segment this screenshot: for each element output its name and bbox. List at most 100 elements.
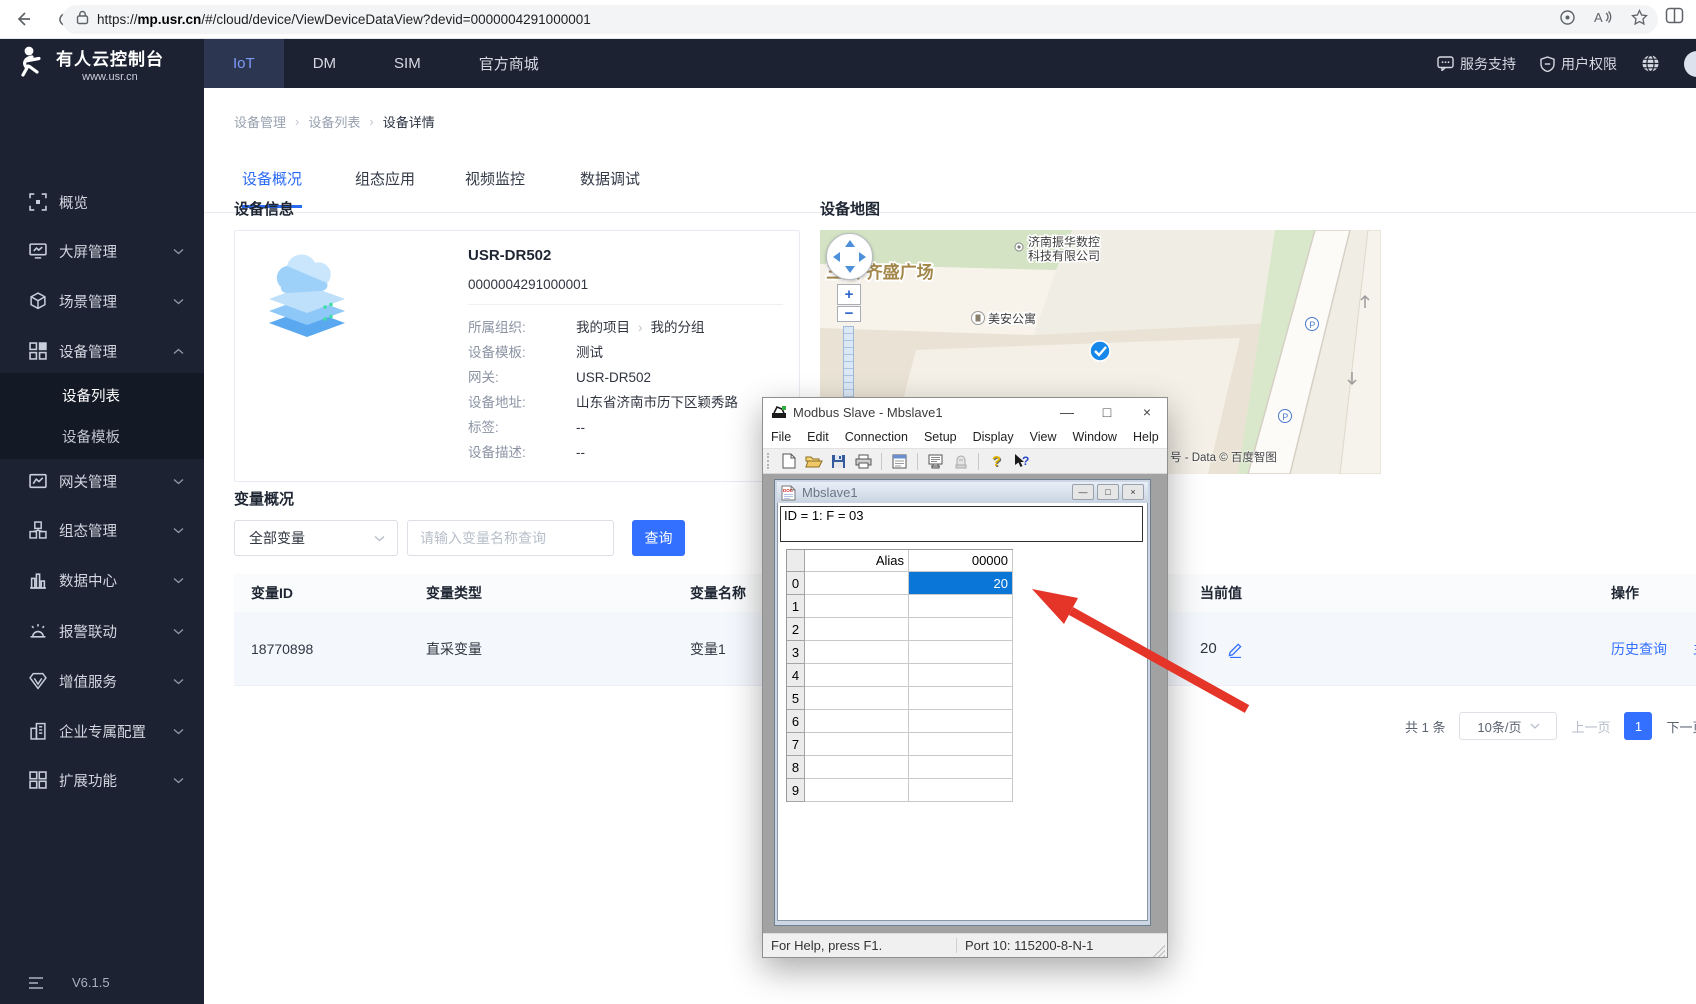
edit-pencil-icon[interactable] — [1227, 640, 1243, 658]
tab-video-monitor[interactable]: 视频监控 — [465, 168, 525, 205]
grid-cell[interactable] — [805, 572, 909, 595]
map-device-marker[interactable] — [1089, 340, 1111, 362]
sidebar-item-scene-mgmt[interactable]: 场景管理 — [0, 281, 204, 321]
current-page-button[interactable]: 1 — [1624, 712, 1653, 740]
communication-icon[interactable] — [951, 452, 970, 471]
service-support[interactable]: 服务支持 — [1437, 54, 1516, 74]
grid-cell[interactable] — [805, 779, 909, 802]
pan-right-icon[interactable] — [859, 252, 866, 262]
sidebar-item-screen-mgmt[interactable]: 大屏管理 — [0, 231, 204, 271]
grid-cell[interactable] — [805, 664, 909, 687]
grid-cell[interactable] — [909, 664, 1013, 687]
pan-left-icon[interactable] — [833, 252, 840, 262]
tab-scada-app[interactable]: 组态应用 — [355, 168, 415, 205]
minimize-button[interactable]: — — [1047, 398, 1087, 426]
grid-cell[interactable] — [805, 618, 909, 641]
menu-window[interactable]: Window — [1065, 430, 1125, 444]
modbus-slave-window[interactable]: Modbus Slave - Mbslave1 — □ × File Edit … — [762, 397, 1168, 958]
map-pan-control[interactable] — [826, 233, 873, 280]
grid-cell[interactable] — [909, 710, 1013, 733]
menu-file[interactable]: File — [763, 430, 799, 444]
tab-data-debug[interactable]: 数据调试 — [580, 168, 640, 205]
grid-cell[interactable] — [805, 733, 909, 756]
menu-edit[interactable]: Edit — [799, 430, 837, 444]
search-button[interactable]: 查询 — [632, 520, 685, 556]
sidebar-item-device-list[interactable]: 设备列表 — [0, 375, 204, 416]
toolbar-grip[interactable] — [767, 453, 771, 469]
help-icon[interactable]: ? — [987, 452, 1006, 471]
sidebar-item-device-template[interactable]: 设备模板 — [0, 416, 204, 457]
map-zoom-in-button[interactable]: + — [837, 284, 861, 305]
child-titlebar[interactable]: DOC Mbslave1 — □ × — [777, 482, 1148, 503]
grid-cell[interactable] — [909, 641, 1013, 664]
nav-mall[interactable]: 官方商城 — [450, 39, 568, 88]
nav-sim[interactable]: SIM — [365, 39, 450, 88]
menu-view[interactable]: View — [1022, 430, 1065, 444]
sidebar-item-alarm-linkage[interactable]: 报警联动 — [0, 611, 204, 651]
favorite-star-icon[interactable] — [1631, 8, 1648, 31]
grid-cell[interactable] — [805, 595, 909, 618]
sidebar-item-enterprise-config[interactable]: 企业专属配置 — [0, 711, 204, 751]
sidebar-item-data-center[interactable]: 数据中心 — [0, 560, 204, 600]
variable-search-input[interactable] — [407, 520, 614, 556]
user-permissions[interactable]: 用户权限 — [1540, 54, 1617, 74]
context-help-icon[interactable]: ? — [1012, 452, 1031, 471]
nav-dm[interactable]: DM — [284, 39, 365, 88]
browser-back-icon[interactable] — [10, 6, 36, 32]
print-icon[interactable] — [854, 452, 873, 471]
menu-connection[interactable]: Connection — [837, 430, 916, 444]
sidebar-item-gateway-mgmt[interactable]: 网关管理 — [0, 461, 204, 501]
variable-filter-select[interactable]: 全部变量 — [234, 520, 398, 556]
map-zoom-out-button[interactable]: − — [837, 306, 861, 322]
open-file-icon[interactable] — [804, 452, 823, 471]
breadcrumb-device-list[interactable]: 设备列表 — [308, 112, 360, 131]
grid-cell[interactable] — [909, 618, 1013, 641]
modbus-titlebar[interactable]: Modbus Slave - Mbslave1 — □ × — [763, 398, 1167, 426]
brand-logo[interactable]: 有人云控制台 www.usr.cn — [0, 39, 204, 88]
grid-cell[interactable] — [909, 756, 1013, 779]
geolocation-icon[interactable] — [1559, 9, 1576, 31]
prev-page-button[interactable]: 上一页 — [1571, 717, 1610, 736]
child-minimize-button[interactable]: — — [1072, 484, 1094, 500]
pan-up-icon[interactable] — [845, 240, 855, 247]
maximize-button[interactable]: □ — [1087, 398, 1127, 426]
map-zoom-slider[interactable] — [843, 326, 854, 406]
nav-iot[interactable]: IoT — [204, 39, 284, 88]
address-bar[interactable]: https://mp.usr.cn/#/cloud/device/ViewDev… — [62, 5, 1658, 34]
page-size-select[interactable]: 10条/页 — [1459, 712, 1558, 740]
new-file-icon[interactable] — [779, 452, 798, 471]
pan-down-icon[interactable] — [845, 266, 855, 273]
grid-cell[interactable] — [909, 687, 1013, 710]
collapse-icon[interactable] — [28, 976, 44, 990]
save-icon[interactable] — [829, 452, 848, 471]
grid-cell[interactable] — [805, 710, 909, 733]
history-query-link[interactable]: 历史查询 — [1611, 639, 1667, 659]
resize-grip[interactable] — [1153, 945, 1165, 957]
sidebar-item-value-added[interactable]: 增值服务 — [0, 661, 204, 701]
child-maximize-button[interactable]: □ — [1097, 484, 1119, 500]
grid-cell[interactable] — [805, 641, 909, 664]
menu-help[interactable]: Help — [1125, 430, 1167, 444]
child-close-button[interactable]: × — [1122, 484, 1144, 500]
language-globe-icon[interactable] — [1641, 54, 1660, 73]
grid-cell[interactable] — [909, 733, 1013, 756]
split-screen-icon[interactable] — [1665, 7, 1684, 29]
grid-cell[interactable] — [805, 756, 909, 779]
grid-cell[interactable] — [909, 595, 1013, 618]
sidebar-item-device-mgmt[interactable]: 设备管理 — [0, 331, 204, 371]
sidebar-item-overview[interactable]: 概览 — [0, 182, 204, 222]
read-aloud-icon[interactable]: A — [1594, 9, 1613, 30]
breadcrumb-device-mgmt[interactable]: 设备管理 — [234, 112, 286, 131]
next-page-button[interactable]: 下一页 — [1666, 717, 1696, 736]
grid-cell[interactable] — [909, 779, 1013, 802]
display-setup-icon[interactable] — [890, 452, 909, 471]
grid-cell-selected[interactable]: 20 — [909, 572, 1013, 595]
avatar[interactable] — [1684, 50, 1696, 77]
poll-definition-icon[interactable] — [926, 452, 945, 471]
close-button[interactable]: × — [1127, 398, 1167, 426]
menu-setup[interactable]: Setup — [916, 430, 965, 444]
grid-cell[interactable] — [805, 687, 909, 710]
menu-display[interactable]: Display — [965, 430, 1022, 444]
sidebar-item-extensions[interactable]: 扩展功能 — [0, 760, 204, 800]
mbslave1-child-window[interactable]: DOC Mbslave1 — □ × ID = 1: F = 03 Alias … — [774, 479, 1151, 926]
